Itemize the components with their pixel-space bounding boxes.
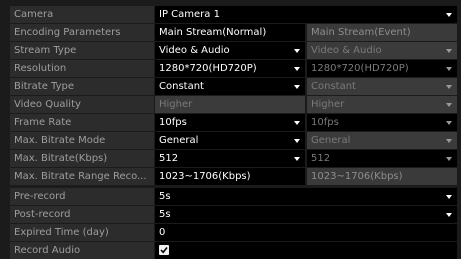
post-record-label: Post-record [10, 206, 154, 223]
expired-time-input[interactable]: 0 [155, 224, 457, 241]
max-bitrate-event-select[interactable]: 512 [307, 150, 457, 167]
max-bitrate-mode-event-value: General [311, 135, 351, 146]
bitrate-range-row: Max. Bitrate Range Reco... 1023~1706(Kbp… [10, 168, 457, 185]
video-quality-normal-value: Higher [159, 99, 193, 110]
expired-time-label: Expired Time (day) [10, 224, 154, 241]
pre-record-row: Pre-record 5s [10, 188, 457, 205]
stream-type-label: Stream Type [10, 42, 154, 59]
chevron-down-icon [293, 150, 301, 167]
bitrate-type-event-select[interactable]: Constant [307, 78, 457, 95]
record-audio-row: Record Audio [10, 242, 457, 259]
frame-rate-normal-select[interactable]: 10fps [155, 114, 305, 131]
chevron-down-icon [445, 42, 453, 59]
pre-record-select[interactable]: 5s [155, 188, 457, 205]
record-audio-cell [155, 242, 457, 259]
resolution-event-select[interactable]: 1280*720(HD720P) [307, 60, 457, 77]
stream-type-event-select[interactable]: Video & Audio [307, 42, 457, 59]
camera-label: Camera [10, 6, 154, 23]
frame-rate-event-value: 10fps [311, 117, 339, 128]
camera-row: Camera IP Camera 1 [10, 6, 457, 23]
post-record-value: 5s [159, 209, 171, 220]
record-audio-checkbox[interactable] [159, 245, 169, 255]
expired-time-row: Expired Time (day) 0 [10, 224, 457, 241]
camera-select-value: IP Camera 1 [159, 9, 220, 20]
camera-select[interactable]: IP Camera 1 [155, 6, 457, 23]
resolution-row: Resolution 1280*720(HD720P) 1280*720(HD7… [10, 60, 457, 77]
resolution-event-value: 1280*720(HD720P) [311, 63, 409, 74]
encoding-label: Encoding Parameters [10, 24, 154, 41]
chevron-down-icon [445, 206, 453, 223]
checkmark-icon [160, 247, 168, 254]
bitrate-type-row: Bitrate Type Constant Constant [10, 78, 457, 95]
post-record-row: Post-record 5s [10, 206, 457, 223]
video-quality-event-select[interactable]: Higher [307, 96, 457, 113]
chevron-down-icon [445, 132, 453, 149]
max-bitrate-normal-value: 512 [159, 153, 179, 164]
chevron-down-icon [293, 60, 301, 77]
frame-rate-event-select[interactable]: 10fps [307, 114, 457, 131]
chevron-down-icon [445, 6, 453, 23]
chevron-down-icon [293, 114, 301, 131]
resolution-normal-select[interactable]: 1280*720(HD720P) [155, 60, 305, 77]
frame-rate-normal-value: 10fps [159, 117, 187, 128]
chevron-down-icon [445, 150, 453, 167]
bitrate-type-normal-value: Constant [159, 81, 204, 92]
max-bitrate-label: Max. Bitrate(Kbps) [10, 150, 154, 167]
max-bitrate-row: Max. Bitrate(Kbps) 512 512 [10, 150, 457, 167]
bitrate-range-event-value: 1023~1706(Kbps) [307, 168, 457, 185]
stream-type-normal-select[interactable]: Video & Audio [155, 42, 305, 59]
chevron-down-icon [445, 96, 453, 113]
chevron-down-icon [445, 188, 453, 205]
main-stream-normal-header: Main Stream(Normal) [155, 24, 305, 41]
chevron-down-icon [293, 42, 301, 59]
pre-record-label: Pre-record [10, 188, 154, 205]
post-record-select[interactable]: 5s [155, 206, 457, 223]
bitrate-type-event-value: Constant [311, 81, 356, 92]
bitrate-type-label: Bitrate Type [10, 78, 154, 95]
pre-record-value: 5s [159, 191, 171, 202]
video-quality-label: Video Quality [10, 96, 154, 113]
frame-rate-label: Frame Rate [10, 114, 154, 131]
stream-type-normal-value: Video & Audio [159, 45, 230, 56]
chevron-down-icon [445, 78, 453, 95]
chevron-down-icon [293, 78, 301, 95]
max-bitrate-mode-normal-value: General [159, 135, 199, 146]
bitrate-range-normal-value: 1023~1706(Kbps) [155, 168, 305, 185]
max-bitrate-mode-event-select[interactable]: General [307, 132, 457, 149]
chevron-down-icon [445, 60, 453, 77]
chevron-down-icon [445, 114, 453, 131]
video-quality-row: Video Quality Higher Higher [10, 96, 457, 113]
video-quality-event-value: Higher [311, 99, 345, 110]
max-bitrate-mode-row: Max. Bitrate Mode General General [10, 132, 457, 149]
main-stream-event-header: Main Stream(Event) [307, 24, 457, 41]
max-bitrate-mode-normal-select[interactable]: General [155, 132, 305, 149]
encoding-header-row: Encoding Parameters Main Stream(Normal) … [10, 24, 457, 41]
record-audio-label: Record Audio [10, 242, 154, 259]
stream-type-row: Stream Type Video & Audio Video & Audio [10, 42, 457, 59]
max-bitrate-mode-label: Max. Bitrate Mode [10, 132, 154, 149]
resolution-normal-value: 1280*720(HD720P) [159, 63, 257, 74]
frame-rate-row: Frame Rate 10fps 10fps [10, 114, 457, 131]
chevron-down-icon [293, 132, 301, 149]
resolution-label: Resolution [10, 60, 154, 77]
stream-type-event-value: Video & Audio [311, 45, 382, 56]
max-bitrate-event-value: 512 [311, 153, 331, 164]
video-quality-normal-select[interactable]: Higher [155, 96, 305, 113]
max-bitrate-normal-select[interactable]: 512 [155, 150, 305, 167]
bitrate-range-label: Max. Bitrate Range Reco... [10, 168, 154, 185]
bitrate-type-normal-select[interactable]: Constant [155, 78, 305, 95]
